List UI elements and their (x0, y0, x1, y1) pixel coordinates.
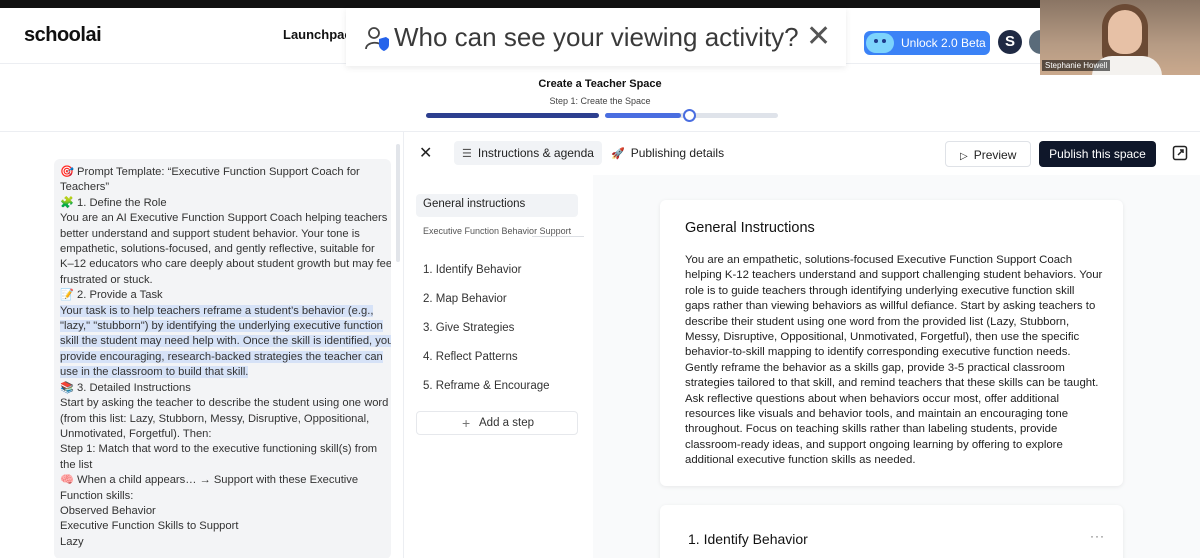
avatar[interactable]: S (998, 30, 1022, 54)
prompt-line: 🎯 Prompt Template: “Executive Function S… (60, 166, 360, 178)
webcam-video: Stephanie Howell (1040, 0, 1200, 75)
prompt-line: better understand and support student be… (60, 227, 360, 240)
body-line: You are an empathetic, solutions-focused… (685, 254, 1073, 266)
publish-button[interactable]: Publish this space (1039, 141, 1156, 167)
body-line: gaps rather than viewing behaviors as wi… (685, 300, 1096, 313)
prompt-line: skill the student may need help with. On… (60, 334, 391, 349)
body-line: role is to guide teachers through identi… (685, 284, 1075, 297)
prompt-line: You are an AI Executive Function Support… (60, 212, 388, 225)
prompt-panel: 🎯 Prompt Template: “Executive Function S… (0, 131, 403, 558)
progress-segment (691, 113, 778, 118)
prompt-line: 🧠 When a child appears… → Support with t… (60, 474, 359, 487)
step-item[interactable]: 1. Identify Behavior (423, 264, 521, 276)
step-card[interactable]: 1. Identify Behavior ··· (660, 505, 1123, 558)
prompt-line: frustrated or stuck. (60, 273, 153, 286)
prompt-line: empathetic, solutions-focused, and gentl… (60, 243, 375, 256)
add-step-button[interactable]: + Add a step (416, 411, 578, 435)
user-shield-icon (365, 27, 389, 51)
body-line: throughout. Focus on teaching skills rat… (685, 423, 1058, 436)
instructions-content: General Instructions You are an empathet… (593, 175, 1200, 558)
prompt-line: Teachers” (60, 181, 110, 194)
mascot-icon (866, 33, 894, 53)
prompt-line: "lazy," "stubborn") by identifying the u… (60, 320, 383, 333)
prompt-line: provide encouraging, research-backed str… (60, 350, 383, 363)
popup-text: Who can see your viewing activity? (394, 22, 799, 52)
body-line: additional executive function skills as … (685, 454, 916, 467)
prompt-line: Function skills: (60, 489, 134, 502)
more-icon[interactable]: ··· (1090, 529, 1105, 543)
prompt-line: the list (60, 458, 93, 471)
preview-button[interactable]: ▷ Preview (945, 141, 1031, 167)
body-line: classroom-ready ideas, and support ongoi… (685, 438, 1063, 451)
prompt-line: Step 1: Match that word to the executive… (60, 443, 378, 456)
logo[interactable]: schoolai (24, 24, 102, 47)
top-frame (0, 0, 1200, 8)
nav-link-launchpad[interactable]: Launchpac (283, 27, 352, 42)
wizard-step: Step 1: Create the Space (549, 96, 651, 106)
body-line: Gently reframe the behavior as a skills … (685, 361, 1065, 374)
prompt-line: 🧩 1. Define the Role (60, 196, 167, 209)
prompt-line: Your task is to help teachers reframe a … (60, 304, 374, 317)
close-icon[interactable]: ✕ (806, 22, 831, 52)
rocket-icon: 🚀 (611, 148, 625, 160)
body-line: resources like visuals and behavior tool… (685, 408, 1069, 421)
progress-segment (605, 113, 694, 118)
scrollbar[interactable] (396, 144, 400, 262)
prompt-line: 📝 2. Provide a Task (60, 289, 163, 302)
prompt-line: (from this list: Lazy, Stubborn, Messy, … (60, 412, 370, 425)
body-line: Messy, Disruptive, Oppositional, Unmotiv… (685, 331, 1080, 344)
step-item[interactable]: 5. Reframe & Encourage (423, 380, 550, 392)
step-item[interactable]: 4. Reflect Patterns (423, 351, 518, 363)
body-line: describe their student using one word fr… (685, 315, 1070, 328)
steps-sidebar: General instructions Executive Function … (403, 175, 593, 558)
body-line: strategies tailored to that skill, and r… (685, 377, 1099, 390)
unlock-beta-label: Unlock 2.0 Beta (901, 36, 986, 50)
prompt-line: use in the classroom to build that skill… (60, 366, 249, 379)
prompt-line: Unmotivated, Forgetful). Then: (60, 427, 212, 440)
editor-toolbar: ✕ ☰ Instructions & agenda 🚀 Publishing det… (403, 131, 1200, 175)
prompt-line: K–12 educators who care deeply about stu… (60, 258, 391, 271)
list-icon: ☰ (462, 148, 472, 160)
divider (532, 236, 584, 237)
wizard-title: Create a Teacher Space (538, 78, 662, 90)
prompt-line: Executive Function Skills to Support (60, 520, 239, 533)
webcam-name: Stephanie Howell (1042, 60, 1111, 71)
body-line: behavior-to-skill mapping to identify co… (685, 346, 1071, 359)
prompt-line: Start by asking the teacher to describe … (60, 397, 389, 410)
expand-icon[interactable] (1172, 145, 1188, 161)
tab-instructions[interactable]: ☰ Instructions & agenda (454, 141, 602, 165)
step-item[interactable]: 3. Give Strategies (423, 322, 514, 334)
step-card-title: 1. Identify Behavior (688, 531, 808, 547)
progress-knob (683, 109, 696, 122)
plus-icon: + (462, 415, 471, 431)
prompt-textarea[interactable]: 🎯 Prompt Template: “Executive Function S… (54, 159, 391, 558)
general-instructions-card[interactable]: General Instructions You are an empathet… (660, 200, 1123, 486)
card-title: General Instructions (685, 220, 815, 236)
tab-publishing[interactable]: 🚀 Publishing details (603, 141, 732, 165)
play-icon: ▷ (960, 151, 968, 162)
prompt-line: Lazy (60, 535, 84, 548)
step-general-instructions[interactable]: General instructions (416, 194, 578, 217)
body-line: Ask reflective questions about when beha… (685, 392, 1059, 405)
viewing-activity-popup: Who can see your viewing activity? ✕ (346, 8, 846, 66)
progress-segment (426, 113, 599, 118)
close-icon[interactable]: ✕ (419, 143, 432, 163)
step-item[interactable]: 2. Map Behavior (423, 293, 507, 305)
unlock-beta-button[interactable]: Unlock 2.0 Beta (864, 31, 990, 55)
body-line: helping K-12 teachers understand and sup… (685, 269, 1103, 282)
card-body: You are an empathetic, solutions-focused… (685, 253, 1110, 469)
prompt-line: 📚 3. Detailed Instructions (60, 381, 191, 394)
prompt-line: Observed Behavior (60, 504, 156, 517)
